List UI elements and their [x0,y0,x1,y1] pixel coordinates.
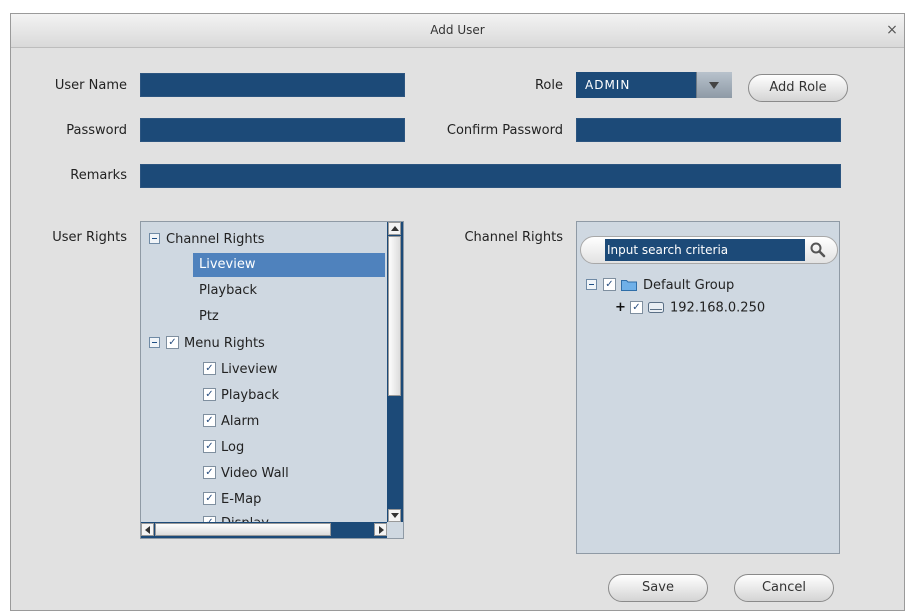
tree-node-menu-rights[interactable]: ✓ Menu Rights [149,332,265,356]
menu-item-label: Alarm [221,414,260,429]
tree-node-label: Channel Rights [166,232,265,247]
horizontal-scrollbar[interactable] [141,522,387,538]
tree-node-device[interactable]: + ✓ 192.168.0.250 [615,296,765,320]
tree-item-label: Ptz [199,309,219,324]
save-button[interactable]: Save [608,574,708,602]
confirm-password-label: Confirm Password [446,123,563,138]
close-icon[interactable]: × [882,14,902,47]
vertical-scrollbar[interactable] [387,222,403,522]
password-label: Password [66,123,127,138]
tree-item-label: Playback [199,283,258,298]
channel-rights-tree[interactable]: ✓Default Group +✓192.168.0.250 [576,221,840,554]
tree-node-label: 192.168.0.250 [670,300,766,316]
tree-node-label: Menu Rights [184,336,265,351]
checkbox[interactable]: ✓ [603,278,616,291]
confirm-password-field[interactable] [576,118,841,142]
collapse-icon[interactable] [149,233,160,244]
menu-item-label: E-Map [221,492,262,507]
user-name-input[interactable] [141,74,404,96]
remarks-label: Remarks [70,168,127,183]
channel-search-field[interactable] [605,239,805,261]
add-role-button[interactable]: Add Role [748,74,848,102]
menu-item-alarm[interactable]: ✓ Alarm [203,410,259,434]
menu-item-label: Video Wall [221,466,289,481]
role-label: Role [534,78,563,93]
role-value: ADMIN [585,78,631,92]
user-rights-label: User Rights [52,230,127,245]
search-icon[interactable] [809,241,827,259]
menu-item-liveview[interactable]: ✓ Liveview [203,358,277,382]
menu-item-label: Playback [221,388,280,403]
scroll-down-icon[interactable] [388,509,401,522]
dialog-title: Add User [430,23,485,37]
channel-search-box[interactable] [580,236,838,264]
remarks-field[interactable] [140,164,841,188]
checkbox[interactable]: ✓ [166,336,179,349]
tree-item-label: Liveview [199,257,256,272]
tree-node-label: Default Group [643,278,735,293]
collapse-icon[interactable] [149,337,160,348]
user-name-label: User Name [54,78,127,93]
user-name-field[interactable] [140,73,405,97]
channel-rights-label: Channel Rights [464,230,563,245]
tree-node-channel-rights[interactable]: Channel Rights [149,228,265,252]
password-field[interactable] [140,118,405,142]
menu-item-playback[interactable]: ✓ Playback [203,384,279,408]
tree-item-ptz[interactable]: Ptz [199,305,219,329]
scrollbar-thumb[interactable] [155,523,331,536]
checkbox[interactable]: ✓ [203,362,216,375]
menu-item-label: Liveview [221,362,278,377]
folder-icon [621,280,637,291]
scroll-up-icon[interactable] [388,222,401,235]
menu-item-video-wall[interactable]: ✓ Video Wall [203,462,289,486]
add-user-dialog: Add User × User Name Role ADMIN Add Role… [10,13,905,611]
checkbox[interactable]: ✓ [203,414,216,427]
menu-item-log[interactable]: ✓ Log [203,436,244,460]
menu-item-e-map[interactable]: ✓ E-Map [203,488,261,512]
tree-item-playback[interactable]: Playback [199,279,257,303]
scroll-left-icon[interactable] [141,523,154,536]
channel-search-input[interactable] [605,239,805,261]
password-input[interactable] [141,119,404,141]
confirm-password-input[interactable] [577,119,840,141]
device-icon [648,301,664,313]
chevron-down-icon[interactable] [696,72,732,98]
expand-icon[interactable]: + [615,296,626,320]
menu-item-label: Log [221,440,245,455]
collapse-icon[interactable] [586,279,597,290]
cancel-button[interactable]: Cancel [734,574,834,602]
checkbox[interactable]: ✓ [203,388,216,401]
role-select[interactable]: ADMIN [576,72,732,98]
remarks-input[interactable] [141,165,840,187]
user-rights-tree[interactable]: Channel Rights Liveview Playback Ptz ✓ Me… [140,221,404,539]
tree-node-default-group[interactable]: ✓ Default Group [586,274,734,298]
title-bar[interactable]: Add User × [11,14,904,48]
scrollbar-thumb[interactable] [388,236,401,396]
checkbox[interactable]: ✓ [630,300,643,314]
scroll-right-icon[interactable] [374,523,387,536]
checkbox[interactable]: ✓ [203,466,216,479]
checkbox[interactable]: ✓ [203,492,216,505]
tree-item-liveview[interactable]: Liveview [193,253,385,277]
checkbox[interactable]: ✓ [203,440,216,453]
